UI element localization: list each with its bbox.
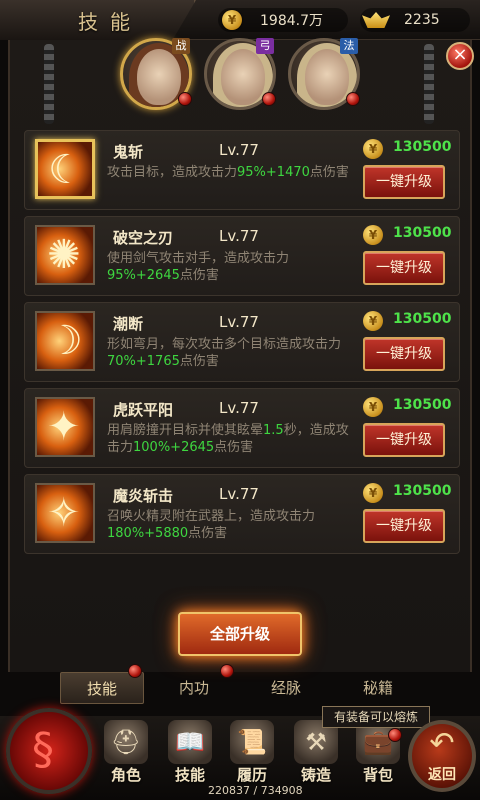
nav-character[interactable]: ⛑ 角色 [96,720,156,790]
skill-icon-tiger-leap[interactable]: ✦ [35,397,95,457]
skill-description: 用肩膀撞开目标并使其眩晕1.5秒，造成攻击力100%+2645点伤害 [107,423,349,455]
scroll-icon: 📜 [230,720,274,764]
ingot-icon [362,12,390,28]
tab-meridians[interactable]: 经脉 [244,672,328,704]
chain-decoration [424,44,434,124]
gold-currency: ¥ 1984.7万 [218,8,348,32]
one-click-upgrade-button[interactable]: 一键升级 [363,509,445,543]
gold-coin-icon: ¥ [363,225,383,245]
upgrade-all-button[interactable]: 全部升级 [178,612,302,656]
one-click-upgrade-button[interactable]: 一键升级 [363,251,445,285]
skill-icon-crescent[interactable]: ☽ [35,311,95,371]
gold-value: 1984.7万 [260,13,323,29]
hero-face [221,49,265,105]
skill-level: Lv.77 [219,485,259,503]
nav-label: 技能 [174,766,205,784]
one-click-upgrade-button[interactable]: 一键升级 [363,165,445,199]
close-button[interactable]: × [446,42,474,70]
one-click-upgrade-button[interactable]: 一键升级 [363,337,445,371]
upgrade-cost: 130500 [393,397,452,413]
nav-label: 角色 [110,766,141,784]
gold-coin-icon: ¥ [222,10,242,30]
gold-coin-icon: ¥ [363,397,383,417]
experience-text: 220837 / 734908 [208,784,303,797]
skill-name: 鬼斩 [113,143,144,161]
chain-decoration [44,44,54,124]
gold-coin-icon: ¥ [363,311,383,331]
ingot-value: 2235 [404,12,440,28]
tab-secret-manual[interactable]: 秘籍 [336,672,420,704]
skill-book-icon: 📖 [168,720,212,764]
hero-face [305,49,349,105]
return-arrow-icon: ↶ [429,726,455,761]
notification-dot [388,728,402,742]
upgrade-cost: 130500 [393,225,452,241]
skill-row[interactable]: ✦ 虎跃平阳 Lv.77 用肩膀撞开目标并使其眩晕1.5秒，造成攻击力100%+… [24,388,460,468]
skill-row[interactable]: ☽ 潮断 Lv.77 形如弯月，每次攻击多个目标造成攻击力70%+1765点伤害… [24,302,460,382]
skill-level: Lv.77 [219,399,259,417]
skill-row[interactable]: ✧ 魔炎斩击 Lv.77 召唤火精灵附在武器上，造成攻击力180%+5880点伤… [24,474,460,554]
return-button[interactable]: ↶ 返回 [408,720,476,792]
nav-history[interactable]: 📜 履历 [222,720,282,790]
skill-level: Lv.77 [219,227,259,245]
top-bar: 技能 ¥ 1984.7万 2235 [0,0,480,40]
nav-label: 履历 [236,766,267,784]
nav-skills[interactable]: 📖 技能 [160,720,220,790]
helmet-icon: ⛑ [104,720,148,764]
skill-name: 潮断 [113,315,144,333]
skill-icon-blade[interactable]: ✺ [35,225,95,285]
gold-coin-icon: ¥ [363,483,383,503]
skill-name: 魔炎斩击 [113,487,174,505]
skill-description: 使用剑气攻击对手，造成攻击力95%+2645点伤害 [107,251,290,283]
skill-row[interactable]: ✺ 破空之刃 Lv.77 使用剑气攻击对手，造成攻击力95%+2645点伤害 ¥… [24,216,460,296]
notification-dot [220,664,234,678]
hero-class-tag: 战 [172,38,190,54]
nav-label: 铸造 [300,766,331,784]
skill-description: 形如弯月，每次攻击多个目标造成攻击力70%+1765点伤害 [107,337,342,369]
skill-description: 攻击目标，造成攻击力95%+1470点伤害 [107,165,349,180]
gold-coin-icon: ¥ [363,139,383,159]
skill-icon-slash[interactable]: ☾ [35,139,95,199]
skill-name: 破空之刃 [113,229,174,247]
skill-description: 召唤火精灵附在武器上，造成攻击力180%+5880点伤害 [107,509,316,541]
notification-dot [178,92,192,106]
notification-dot [128,664,142,678]
upgrade-cost: 130500 [393,311,452,327]
return-label: 返回 [428,767,456,783]
page-title: 技能 [78,10,142,34]
hero-class-tag: 弓 [256,38,274,54]
upgrade-cost: 130500 [393,139,452,155]
health-orb[interactable]: § [6,708,92,794]
skill-level: Lv.77 [219,141,259,159]
skill-row[interactable]: ☾ 鬼斩 Lv.77 攻击目标，造成攻击力95%+1470点伤害 ¥ 13050… [24,130,460,210]
notification-dot [346,92,360,106]
nav-forge[interactable]: ⚒ 铸造 [286,720,346,790]
hero-face [137,49,181,105]
notification-dot [262,92,276,106]
upgrade-cost: 130500 [393,483,452,499]
one-click-upgrade-button[interactable]: 一键升级 [363,423,445,457]
nav-label: 背包 [362,766,393,784]
skill-level: Lv.77 [219,313,259,331]
skill-name: 虎跃平阳 [113,401,174,419]
skill-icon-flame-strike[interactable]: ✧ [35,483,95,543]
hero-class-tag: 法 [340,38,358,54]
ingot-currency: 2235 [360,8,470,32]
skill-tabs: 技能 内功 经脉 秘籍 [54,672,420,704]
